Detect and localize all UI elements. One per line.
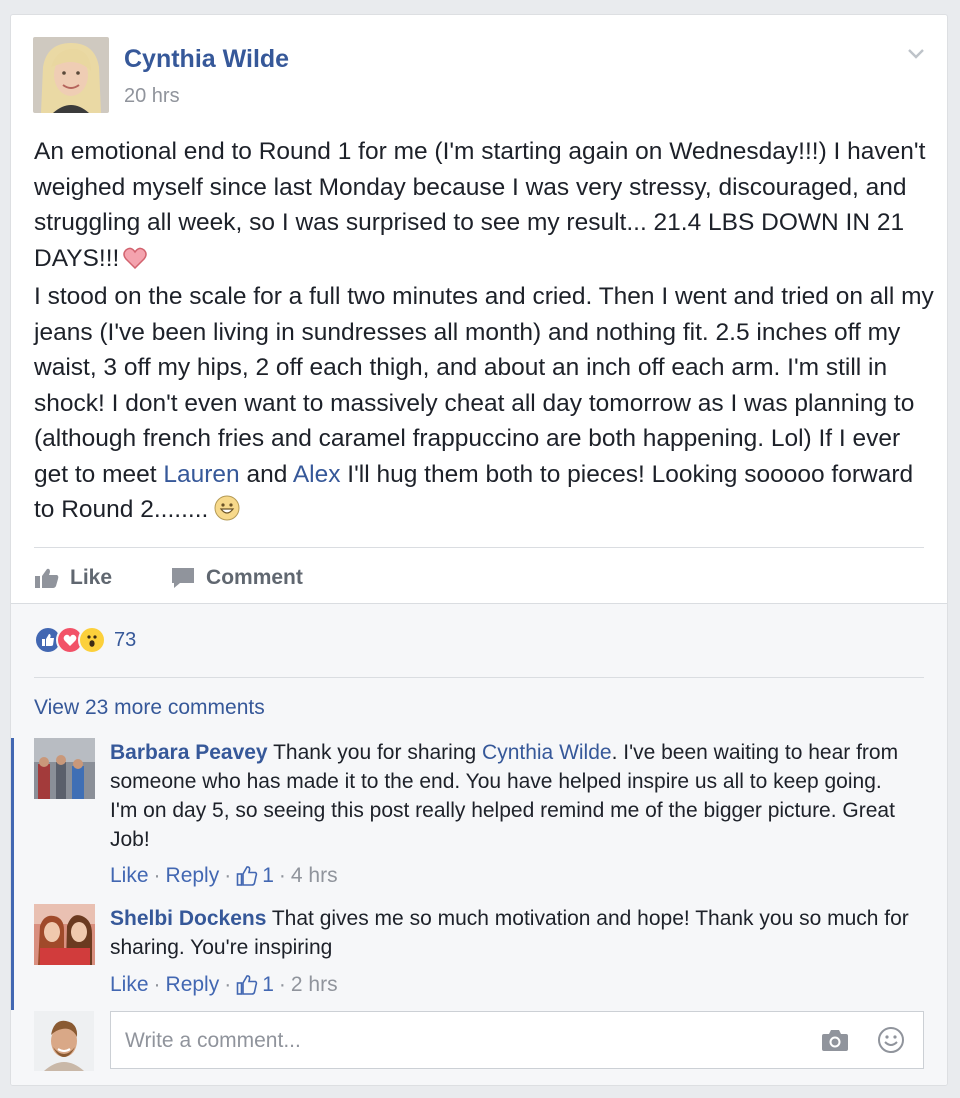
emoji-icon[interactable] — [877, 1026, 905, 1054]
comment-meta: Like · Reply · 1 · 2 hrs — [110, 973, 338, 997]
write-comment-row — [34, 1011, 924, 1075]
comment-input-box[interactable] — [110, 1011, 924, 1070]
heart-emoji — [123, 244, 148, 280]
thumbs-up-outline-icon — [236, 975, 258, 995]
comment-button[interactable]: Comment — [170, 566, 303, 590]
comment-reply-link[interactable]: Reply — [166, 973, 220, 997]
post-paragraph-1: An emotional end to Round 1 for me (I'm … — [34, 134, 934, 279]
comment-meta: Like · Reply · 1 · 4 hrs — [110, 864, 338, 888]
current-user-avatar — [34, 1011, 94, 1071]
comment-time[interactable]: 4 hrs — [291, 864, 338, 888]
author-avatar[interactable] — [33, 37, 109, 113]
commenter-avatar[interactable] — [34, 738, 95, 799]
wow-reaction-icon — [78, 626, 106, 654]
post-text: An emotional end to Round 1 for me (I'm … — [34, 134, 934, 532]
reactions-summary[interactable]: 73 — [34, 624, 136, 656]
comment-like-link[interactable]: Like — [110, 973, 149, 997]
comment-like-link[interactable]: Like — [110, 864, 149, 888]
mention-lauren[interactable]: Lauren — [163, 461, 239, 488]
comment-item: Shelbi Dockens That gives me so much mot… — [34, 904, 914, 1004]
comment-icon — [172, 568, 195, 588]
camera-icon[interactable] — [821, 1028, 849, 1052]
post-card: Cynthia Wilde 20 hrs An emotional end to… — [10, 14, 948, 1086]
comment-time[interactable]: 2 hrs — [291, 973, 338, 997]
thumbs-up-outline-icon — [236, 866, 258, 886]
comment-item: Barbara Peavey Thank you for sharing Cyn… — [34, 738, 914, 893]
mention-cynthia-wilde[interactable]: Cynthia Wilde — [482, 741, 612, 764]
divider — [34, 677, 924, 678]
comments-section: 73 View 23 more comments Barbara Peavey … — [11, 603, 947, 1085]
commenter-avatar[interactable] — [34, 904, 95, 965]
divider — [34, 547, 924, 548]
commenter-name[interactable]: Shelbi Dockens — [110, 907, 266, 930]
comment-likes[interactable]: 1 — [236, 973, 274, 997]
view-more-comments-link[interactable]: View 23 more comments — [34, 696, 265, 720]
commenter-name[interactable]: Barbara Peavey — [110, 741, 268, 764]
comment-likes[interactable]: 1 — [236, 864, 274, 888]
post-paragraph-2: I stood on the scale for a full two minu… — [34, 279, 934, 532]
comment-text: Barbara Peavey Thank you for sharing Cyn… — [110, 741, 899, 851]
post-actions: Like Comment — [34, 561, 303, 595]
grinning-emoji — [214, 495, 240, 532]
comment-text: Shelbi Dockens That gives me so much mot… — [110, 907, 909, 959]
post-timestamp[interactable]: 20 hrs — [124, 85, 180, 108]
thumbs-up-icon — [35, 568, 59, 588]
comment-reply-link[interactable]: Reply — [166, 864, 220, 888]
like-button[interactable]: Like — [34, 566, 112, 590]
mention-alex[interactable]: Alex — [293, 461, 341, 488]
post-author[interactable]: Cynthia Wilde — [124, 45, 289, 74]
reactions-count[interactable]: 73 — [114, 629, 136, 652]
chevron-down-icon[interactable] — [907, 47, 925, 61]
comment-thread-indicator — [11, 738, 14, 1010]
comment-input[interactable] — [123, 1012, 807, 1070]
